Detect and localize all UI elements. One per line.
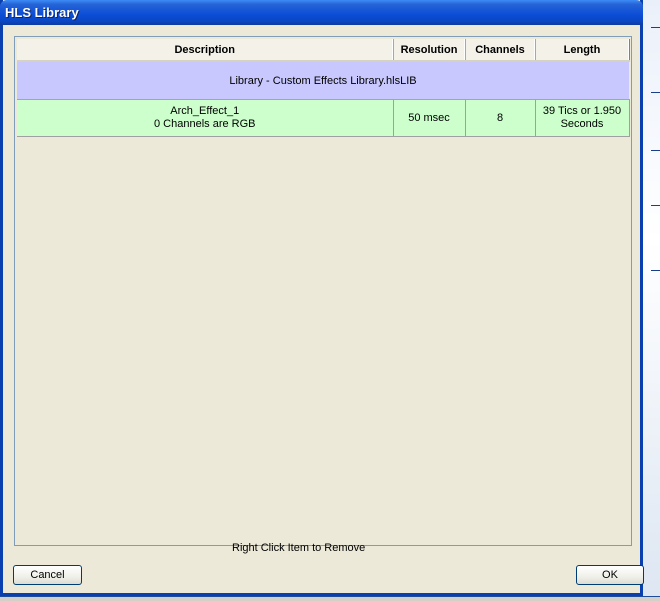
table-header-row: Description Resolution Channels Length [17, 39, 630, 62]
effect-channels-note: 0 Channels are RGB [154, 118, 256, 130]
title-bar[interactable]: HLS Library [0, 0, 643, 25]
column-header-resolution[interactable]: Resolution [393, 39, 466, 62]
effect-name: Arch_Effect_1 [170, 105, 240, 117]
effect-channels-cell: 8 [465, 99, 536, 137]
column-header-length[interactable]: Length [535, 39, 630, 62]
library-list[interactable]: Description Resolution Channels Length L… [14, 36, 632, 546]
effect-length-cell: 39 Tics or 1.950 Seconds [535, 99, 630, 137]
column-header-channels[interactable]: Channels [465, 39, 536, 62]
background-window-edge [643, 0, 660, 600]
effect-description-cell: Arch_Effect_1 0 Channels are RGB [17, 99, 394, 137]
dialog-client-area: Description Resolution Channels Length L… [3, 25, 640, 593]
table-row[interactable]: Arch_Effect_1 0 Channels are RGB 50 msec… [17, 99, 630, 137]
window-title: HLS Library [5, 5, 79, 20]
hls-library-dialog: HLS Library Description Resolution Chann… [0, 0, 644, 596]
remove-hint: Right Click Item to Remove [232, 542, 366, 554]
cancel-button[interactable]: Cancel [13, 565, 82, 585]
column-header-description[interactable]: Description [17, 39, 394, 62]
library-table: Description Resolution Channels Length L… [17, 39, 630, 137]
ok-button[interactable]: OK [576, 565, 644, 585]
effect-resolution-cell: 50 msec [393, 99, 466, 137]
background-taskbar-edge [0, 596, 660, 601]
library-row[interactable]: Library - Custom Effects Library.hlsLIB [17, 61, 629, 100]
library-name: Library - Custom Effects Library.hlsLIB [17, 61, 629, 100]
